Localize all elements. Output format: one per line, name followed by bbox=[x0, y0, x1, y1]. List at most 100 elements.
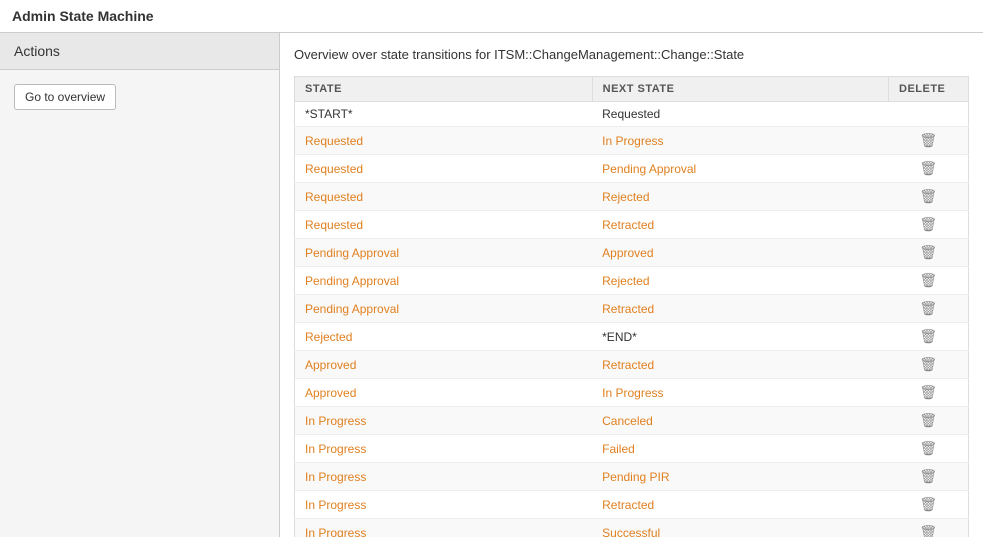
delete-icon[interactable]: 🗑 bbox=[919, 440, 937, 456]
state-link[interactable]: In Progress bbox=[305, 442, 366, 456]
table-row: In Progress Retracted 🗑 bbox=[295, 491, 969, 519]
next-state-link[interactable]: Retracted bbox=[602, 302, 654, 316]
next-state-link[interactable]: Approved bbox=[602, 246, 653, 260]
table-row: Requested Rejected 🗑 bbox=[295, 183, 969, 211]
delete-cell: 🗑 bbox=[889, 351, 969, 379]
page-title: Admin State Machine bbox=[12, 8, 154, 24]
next-state-link[interactable]: Failed bbox=[602, 442, 635, 456]
delete-icon[interactable]: 🗑 bbox=[919, 216, 937, 232]
delete-cell: 🗑 bbox=[889, 463, 969, 491]
table-row: Requested Pending Approval 🗑 bbox=[295, 155, 969, 183]
go-to-overview-label: Go to overview bbox=[25, 90, 105, 104]
table-row: Approved Retracted 🗑 bbox=[295, 351, 969, 379]
state-link[interactable]: In Progress bbox=[305, 498, 366, 512]
state-link[interactable]: Pending Approval bbox=[305, 302, 399, 316]
state-link[interactable]: In Progress bbox=[305, 526, 366, 538]
table-row: Pending Approval Rejected 🗑 bbox=[295, 267, 969, 295]
actions-header: Actions bbox=[0, 33, 279, 70]
delete-icon[interactable]: 🗑 bbox=[919, 384, 937, 400]
state-link[interactable]: Approved bbox=[305, 386, 356, 400]
col-next-state-header: NEXT STATE bbox=[592, 77, 888, 102]
next-state-cell: Retracted bbox=[592, 491, 888, 519]
next-state-link[interactable]: Canceled bbox=[602, 414, 653, 428]
state-link[interactable]: Requested bbox=[305, 190, 363, 204]
table-row: In Progress Successful 🗑 bbox=[295, 519, 969, 538]
go-to-overview-button[interactable]: Go to overview bbox=[14, 84, 116, 110]
table-row: Rejected *END* 🗑 bbox=[295, 323, 969, 351]
state-cell: In Progress bbox=[295, 435, 593, 463]
state-cell: In Progress bbox=[295, 491, 593, 519]
delete-cell: 🗑 bbox=[889, 211, 969, 239]
state-cell: Requested bbox=[295, 183, 593, 211]
next-state-cell: In Progress bbox=[592, 127, 888, 155]
next-state-link[interactable]: Successful bbox=[602, 526, 660, 538]
table-row: Pending Approval Approved 🗑 bbox=[295, 239, 969, 267]
next-state-link[interactable]: Retracted bbox=[602, 218, 654, 232]
delete-cell: 🗑 bbox=[889, 239, 969, 267]
delete-icon[interactable]: 🗑 bbox=[919, 412, 937, 428]
next-state-cell: Rejected bbox=[592, 183, 888, 211]
state-cell: In Progress bbox=[295, 463, 593, 491]
state-link[interactable]: Rejected bbox=[305, 330, 352, 344]
next-state-cell: Retracted bbox=[592, 351, 888, 379]
content-area: Overview over state transitions for ITSM… bbox=[280, 33, 983, 537]
state-cell: Requested bbox=[295, 155, 593, 183]
state-transitions-table: STATE NEXT STATE DELETE *START*Requested… bbox=[294, 76, 969, 537]
next-state-cell: Retracted bbox=[592, 211, 888, 239]
delete-cell bbox=[889, 102, 969, 127]
next-state-link[interactable]: Rejected bbox=[602, 274, 649, 288]
next-state-link[interactable]: Pending Approval bbox=[602, 162, 696, 176]
delete-icon[interactable]: 🗑 bbox=[919, 356, 937, 372]
table-row: In Progress Failed 🗑 bbox=[295, 435, 969, 463]
delete-icon[interactable]: 🗑 bbox=[919, 496, 937, 512]
state-link[interactable]: Approved bbox=[305, 358, 356, 372]
next-state-cell: Rejected bbox=[592, 267, 888, 295]
state-cell: *START* bbox=[295, 102, 593, 127]
next-state-link[interactable]: Pending PIR bbox=[602, 470, 669, 484]
delete-cell: 🗑 bbox=[889, 295, 969, 323]
delete-icon[interactable]: 🗑 bbox=[919, 188, 937, 204]
next-state-link[interactable]: Retracted bbox=[602, 498, 654, 512]
state-cell: Approved bbox=[295, 351, 593, 379]
sidebar-content: Go to overview bbox=[0, 70, 279, 124]
actions-label: Actions bbox=[14, 43, 60, 59]
state-cell: Pending Approval bbox=[295, 239, 593, 267]
next-state-cell: Pending PIR bbox=[592, 463, 888, 491]
delete-icon[interactable]: 🗑 bbox=[919, 524, 937, 537]
next-state-link[interactable]: In Progress bbox=[602, 386, 663, 400]
state-link[interactable]: Requested bbox=[305, 218, 363, 232]
state-link[interactable]: Requested bbox=[305, 134, 363, 148]
state-cell: Pending Approval bbox=[295, 267, 593, 295]
delete-cell: 🗑 bbox=[889, 379, 969, 407]
table-row: Pending Approval Retracted 🗑 bbox=[295, 295, 969, 323]
delete-icon[interactable]: 🗑 bbox=[919, 468, 937, 484]
overview-title: Overview over state transitions for ITSM… bbox=[294, 47, 969, 62]
delete-icon[interactable]: 🗑 bbox=[919, 328, 937, 344]
state-link[interactable]: In Progress bbox=[305, 470, 366, 484]
next-state-cell: Requested bbox=[592, 102, 888, 127]
next-state-link[interactable]: In Progress bbox=[602, 134, 663, 148]
delete-cell: 🗑 bbox=[889, 155, 969, 183]
state-link[interactable]: Pending Approval bbox=[305, 274, 399, 288]
delete-icon[interactable]: 🗑 bbox=[919, 272, 937, 288]
delete-cell: 🗑 bbox=[889, 407, 969, 435]
sidebar: Actions Go to overview bbox=[0, 33, 280, 537]
delete-icon[interactable]: 🗑 bbox=[919, 300, 937, 316]
delete-icon[interactable]: 🗑 bbox=[919, 244, 937, 260]
table-row: Requested Retracted 🗑 bbox=[295, 211, 969, 239]
state-link[interactable]: Requested bbox=[305, 162, 363, 176]
delete-icon[interactable]: 🗑 bbox=[919, 160, 937, 176]
table-row: Approved In Progress 🗑 bbox=[295, 379, 969, 407]
delete-icon[interactable]: 🗑 bbox=[919, 132, 937, 148]
state-cell: In Progress bbox=[295, 407, 593, 435]
state-link[interactable]: Pending Approval bbox=[305, 246, 399, 260]
next-state-text: *END* bbox=[602, 330, 637, 344]
next-state-link[interactable]: Rejected bbox=[602, 190, 649, 204]
next-state-cell: Pending Approval bbox=[592, 155, 888, 183]
state-link[interactable]: In Progress bbox=[305, 414, 366, 428]
table-row: *START*Requested bbox=[295, 102, 969, 127]
next-state-link[interactable]: Retracted bbox=[602, 358, 654, 372]
table-row: In Progress Canceled 🗑 bbox=[295, 407, 969, 435]
next-state-cell: In Progress bbox=[592, 379, 888, 407]
delete-cell: 🗑 bbox=[889, 267, 969, 295]
